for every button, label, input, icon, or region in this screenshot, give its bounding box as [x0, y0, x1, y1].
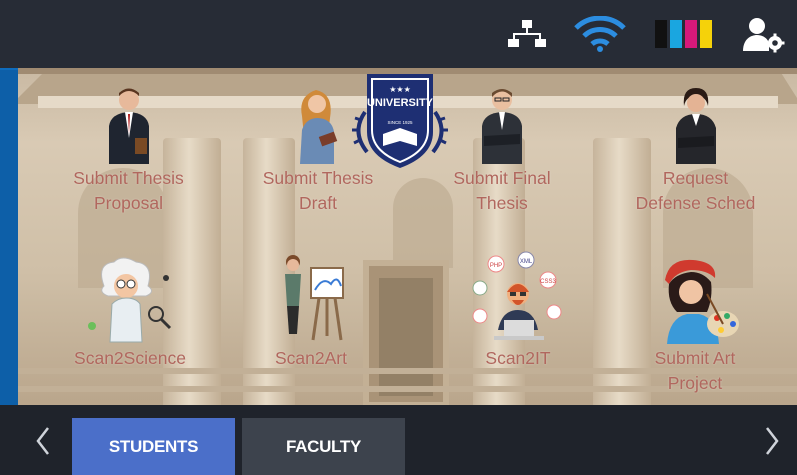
ink-cartridge — [655, 20, 667, 48]
prev-page-button[interactable] — [28, 423, 58, 459]
tile-submit-final-thesis[interactable]: Submit Final Thesis — [436, 86, 568, 216]
chevron-right-icon — [766, 427, 779, 455]
svg-text:XML: XML — [520, 259, 533, 265]
tab-faculty[interactable]: FACULTY — [242, 418, 405, 475]
tile-scan2art[interactable]: Scan2Art — [261, 250, 361, 371]
tile-submit-art-project[interactable]: Submit Art Project — [640, 254, 750, 396]
next-page-button[interactable] — [757, 423, 787, 459]
wifi-icon[interactable] — [573, 16, 627, 52]
ink-cartridge — [670, 20, 682, 48]
woman-arms-crossed-icon — [675, 88, 716, 164]
tile-label: Submit Thesis Draft — [262, 168, 374, 213]
svg-text:★★★: ★★★ — [389, 85, 411, 94]
tab-faculty-label: FACULTY — [285, 436, 362, 456]
scientist-icon — [88, 257, 172, 343]
tile-submit-thesis-proposal[interactable]: Submit Thesis Proposal — [61, 86, 196, 216]
tab-students[interactable]: STUDENTS — [72, 418, 235, 475]
artist-palette-icon — [665, 259, 739, 344]
ink-cartridge — [685, 20, 697, 48]
tile-submit-thesis-draft[interactable]: Submit Thesis Draft — [248, 86, 388, 216]
bottom-nav: STUDENTS FACULTY — [0, 405, 797, 475]
network-icon[interactable] — [507, 19, 547, 49]
logo-bottom-text: SINCE 1925 — [387, 120, 413, 125]
tile-label: Scan2Art — [275, 348, 347, 368]
tile-label: Scan2IT — [485, 348, 551, 368]
status-bar — [0, 0, 797, 70]
svg-text:PHP: PHP — [490, 263, 502, 269]
ink-levels-icon[interactable] — [653, 18, 715, 50]
status-bar-panel — [0, 0, 797, 68]
tile-label: Submit Art Project — [654, 348, 736, 393]
tile-scan2it[interactable]: PHP XML CSS3 Scan2IT — [458, 250, 578, 371]
svg-text:CSS3: CSS3 — [540, 279, 556, 285]
businessman-icon — [108, 88, 149, 164]
tile-label: Submit Thesis Proposal — [73, 168, 184, 213]
chevron-left-icon — [36, 427, 49, 455]
woman-reading-icon — [300, 90, 338, 164]
status-icons — [507, 12, 787, 56]
tile-label: Scan2Science — [74, 348, 186, 368]
man-arms-crossed-icon — [482, 89, 522, 164]
tile-label: Request Defense Sched — [635, 168, 756, 213]
painter-easel-icon — [285, 255, 344, 341]
app-grid: ★★★ UNIVERSITY SINCE 1925 Submit Thesis … — [18, 68, 797, 408]
tile-label: Submit Final Thesis — [453, 168, 551, 213]
tile-scan2science[interactable]: Scan2Science — [60, 256, 200, 371]
tile-request-defense-sched[interactable]: Request Defense Sched — [618, 86, 773, 216]
user-settings-icon[interactable] — [741, 15, 787, 53]
tab-students-label: STUDENTS — [108, 436, 199, 456]
programmer-icon: PHP XML CSS3 — [472, 251, 562, 340]
ink-cartridge — [700, 20, 712, 48]
